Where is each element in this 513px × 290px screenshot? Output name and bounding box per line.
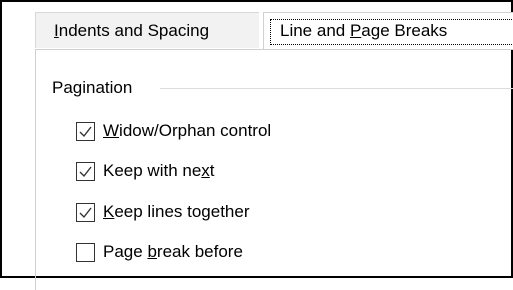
checkmark-icon xyxy=(79,207,92,218)
checkbox-label: Keep lines together xyxy=(103,202,250,221)
checkbox-box[interactable] xyxy=(76,121,95,141)
checkbox-box[interactable] xyxy=(76,202,95,222)
tab-line-and-page-breaks[interactable]: Line and Page Breaks xyxy=(263,12,513,50)
tab-label: Line and Page Breaks xyxy=(280,21,448,40)
widow-orphan-control-checkbox[interactable]: Widow/Orphan control xyxy=(76,120,271,142)
group-divider xyxy=(160,88,513,89)
page-break-before-checkbox[interactable]: Page break before xyxy=(76,241,243,263)
checkmark-icon xyxy=(79,126,92,137)
checkbox-box[interactable] xyxy=(76,242,95,262)
keep-with-next-checkbox[interactable]: Keep with next xyxy=(76,160,215,182)
checkbox-box[interactable] xyxy=(76,161,95,181)
tab-strip: Indents and Spacing Line and Page Breaks xyxy=(35,0,513,50)
checkbox-label: Keep with next xyxy=(103,161,215,180)
checkbox-label: Page break before xyxy=(103,242,243,261)
tab-label: Indents and Spacing xyxy=(54,21,210,40)
tab-indents-and-spacing[interactable]: Indents and Spacing xyxy=(35,12,259,48)
keep-lines-together-checkbox[interactable]: Keep lines together xyxy=(76,201,250,223)
checkmark-icon xyxy=(79,166,92,177)
pagination-group-title: Pagination xyxy=(52,78,141,98)
checkbox-label: Widow/Orphan control xyxy=(103,121,272,140)
